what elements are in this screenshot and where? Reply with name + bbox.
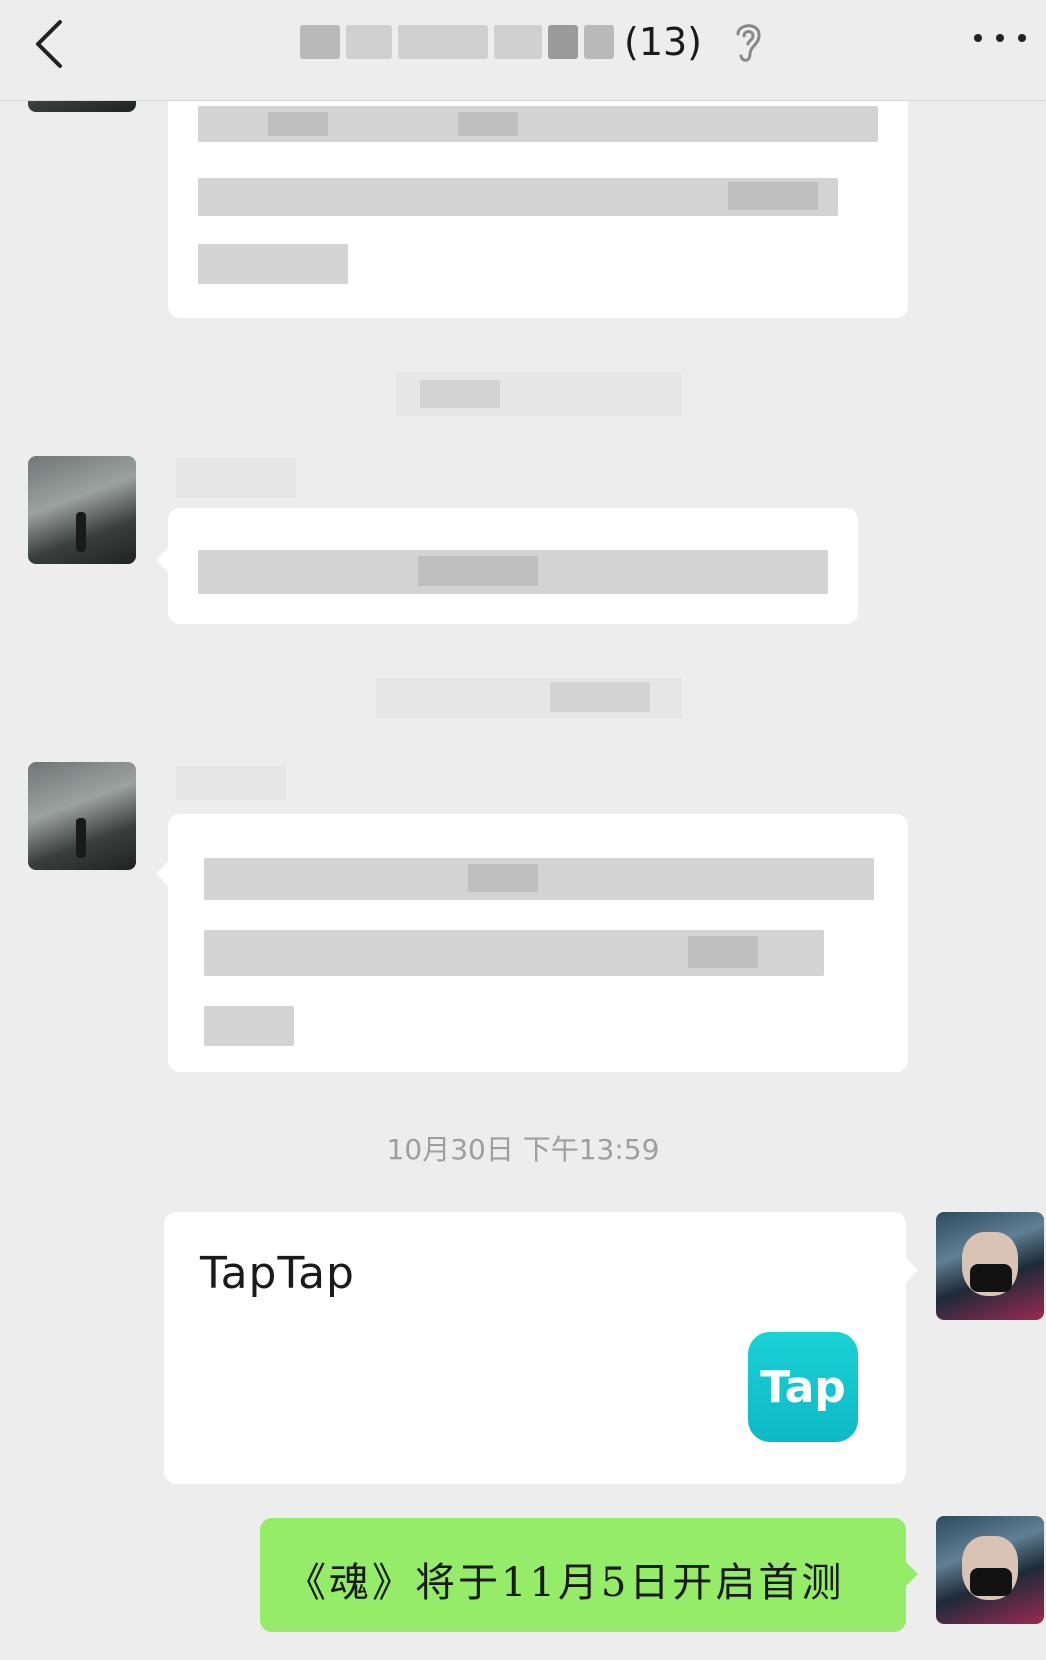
blurred-text-line [204, 1006, 294, 1046]
message-text: 《魂》将于11月5日开启首测 [286, 1560, 845, 1606]
link-card[interactable]: TapTap Tap [164, 1212, 918, 1484]
blurred-text-line [204, 858, 874, 900]
chat-title: (13) [300, 16, 702, 68]
taptap-logo-icon: Tap [748, 1332, 858, 1442]
blurred-text-line [468, 864, 538, 892]
blurred-text-line [198, 244, 348, 284]
blurred-sender-name [176, 458, 296, 498]
blurred-title-segment [494, 25, 542, 59]
blurred-text-line [458, 112, 518, 136]
ear-icon [736, 24, 761, 62]
blurred-text-line [418, 556, 538, 586]
blurred-text-line [728, 182, 818, 210]
message-bubble-blurred[interactable] [156, 814, 908, 1072]
blurred-timestamp [420, 380, 500, 408]
link-card-title: TapTap [200, 1248, 355, 1299]
my-avatar[interactable] [936, 1516, 1044, 1624]
message-timestamp: 10月30日 下午13:59 [386, 1133, 660, 1166]
blurred-sender-name [176, 766, 286, 800]
blurred-text-line [688, 936, 758, 968]
blurred-title-segment [548, 25, 578, 59]
avatar[interactable] [28, 762, 136, 870]
message-bubble-sent[interactable]: 《魂》将于11月5日开启首测 [260, 1518, 918, 1632]
blurred-title-segment [346, 25, 392, 59]
my-avatar[interactable] [936, 1212, 1044, 1320]
blurred-timestamp [550, 682, 650, 712]
more-dots-icon[interactable] [974, 18, 1026, 58]
blurred-title-segment [584, 25, 614, 59]
chat-header: (13) [0, 0, 1046, 101]
blurred-text-line [268, 112, 328, 136]
chevron-left-icon[interactable] [28, 14, 78, 74]
blurred-title-segment [398, 25, 488, 59]
message-bubble-blurred[interactable] [156, 508, 858, 624]
avatar[interactable] [28, 456, 136, 564]
blurred-title-segment [300, 25, 340, 59]
member-count: (13) [624, 20, 703, 64]
